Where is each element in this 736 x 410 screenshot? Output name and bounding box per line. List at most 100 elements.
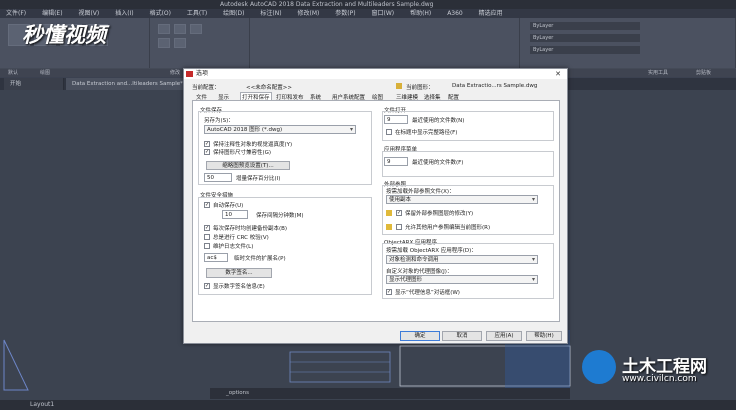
show-signature-checkbox[interactable]: ✓ [204,283,210,289]
watermark-logo: 秒懂视频 [22,23,106,47]
triangle-shape [3,339,29,391]
trim-tool-button[interactable] [190,24,202,34]
menu-items: 文件(F) 编辑(E) 视图(V) 插入(I) 格式(O) 工具(T) 绘图(D… [6,9,517,18]
temp-ext-label: 临时文件的扩展名(P) [234,256,286,262]
proxy-image-select[interactable]: 显示代理图形 [386,275,538,284]
incremental-save-label: 增量保存百分比(I) [236,176,281,182]
autosave-minutes-label: 保存间隔分钟数(M) [256,213,304,219]
ribbon-label-default: 默认 [8,70,19,76]
keep-size-label: 保持图形尺寸兼容性(G) [213,150,272,156]
log-file-checkbox[interactable] [204,243,210,249]
watermark-url: www.civilcn.com [622,374,697,384]
proxy-dialog-label: 显示“代理信息”对话框(W) [395,290,460,296]
incremental-save-input[interactable]: 50 [204,173,232,182]
demand-load-label: 按需加载外部参照文件(X)： [386,189,455,195]
allow-edit-label: 允许其他用户参照编辑当前图形(R) [405,225,491,231]
proxy-image-label: 自定义对象的代理图像(J)： [386,269,453,275]
temp-ext-input[interactable]: ac$ [204,253,228,262]
backup-label: 每次保存时均创建备份副本(B) [213,226,288,232]
recent-files-label: 最近使用的文件数(N) [412,118,465,124]
backup-checkbox[interactable]: ✓ [204,225,210,231]
autocad-icon [186,71,193,77]
crc-checkbox[interactable] [204,234,210,240]
log-file-label: 维护日志文件(L) [213,244,254,250]
keep-annotative-label: 保持注释性对象的视觉逼真度(Y) [213,142,293,148]
warning-icon [386,210,392,216]
allow-edit-checkbox[interactable] [396,224,402,230]
window-title: Autodesk AutoCAD 2018 Data Extraction an… [220,1,434,8]
dialog-title-bar: 选项 [184,69,567,79]
civilcn-logo-icon [582,350,616,384]
save-as-label: 另存为(S)： [204,118,234,124]
proxy-dialog-checkbox[interactable]: ✓ [386,289,392,295]
doc-tab-start[interactable]: 开始 [4,78,64,90]
drawing-icon [396,83,402,89]
layout-tab[interactable]: Layout1 [30,400,54,410]
menu-item-help[interactable]: 帮助(H) [410,10,431,17]
status-bar: Layout1 [0,400,736,410]
ribbon-panel-modify [150,18,250,68]
ribbon-label-draw: 绘图 [40,70,51,76]
menu-item-file[interactable]: 文件(F) [6,10,26,17]
save-as-select[interactable]: AutoCAD 2018 图形 (*.dwg) [204,125,356,134]
autosave-minutes-input[interactable]: 10 [222,210,248,219]
cancel-button[interactable]: 取消 [442,331,482,341]
help-button[interactable]: 帮助(H) [526,331,562,341]
recent-files-input[interactable]: 9 [384,115,408,124]
close-icon[interactable]: ✕ [551,69,565,79]
table-block [289,351,391,383]
keep-annotative-checkbox[interactable]: ✓ [204,141,210,147]
dialog-title: 选项 [196,70,209,77]
menu-item-a360[interactable]: A360 [447,10,463,17]
title-bar: Autodesk AutoCAD 2018 Data Extraction an… [0,0,736,9]
command-line[interactable]: _options [210,388,570,399]
menu-item-format[interactable]: 格式(O) [150,10,171,17]
layer-dropdown-3[interactable]: ByLayer [530,46,640,54]
layer-dropdown-1[interactable]: ByLayer [530,22,640,30]
menu-item-draw[interactable]: 绘图(D) [223,10,244,17]
thumbnail-settings-button[interactable]: 缩略图预览设置(T)... [206,161,290,170]
options-dialog: 选项 ✕ 当前配置： <<未命名配置>> 当前图形： Data Extracti… [183,68,568,344]
retain-changes-checkbox[interactable]: ✓ [396,210,402,216]
objectarx-load-select[interactable]: 对象检测和命令调用 [386,255,538,264]
autosave-checkbox[interactable]: ✓ [204,202,210,208]
menu-item-featured[interactable]: 精选应用 [479,10,503,17]
autosave-label: 自动保存(U) [213,203,244,209]
menu-item-insert[interactable]: 插入(I) [115,10,133,17]
current-profile-label: 当前配置： [192,85,220,91]
menu-item-params[interactable]: 参数(P) [335,10,355,17]
move-tool-button[interactable] [158,24,170,34]
keep-size-checkbox[interactable]: ✓ [204,149,210,155]
copy-tool-button[interactable] [158,38,170,48]
current-profile-value: <<未命名配置>> [246,85,292,91]
ribbon-panel-properties: ByLayer ByLayer ByLayer [520,18,736,68]
full-path-checkbox[interactable] [386,129,392,135]
retain-changes-label: 保留外部参照图层的修改(Y) [405,211,474,217]
show-signature-label: 显示数字签名信息(E) [213,284,265,290]
demand-load-select[interactable]: 使用副本 [386,195,538,204]
apply-button[interactable]: 应用(A) [486,331,522,341]
mirror-tool-button[interactable] [174,38,186,48]
ribbon-label-modify: 修改 [170,70,181,76]
menu-item-tools[interactable]: 工具(T) [187,10,207,17]
menu-item-view[interactable]: 视图(V) [78,10,99,17]
full-path-label: 在标题中显示完整路径(F) [395,130,458,136]
menu-item-dimension[interactable]: 标注(N) [260,10,281,17]
app-menu-recent-label: 最近使用的文件数(F) [412,160,464,166]
command-prompt-text: _options [226,390,250,396]
menu-item-window[interactable]: 窗口(W) [372,10,395,17]
current-drawing-value: Data Extractio...rs Sample.dwg [452,83,538,89]
crc-label: 总是进行 CRC 校验(V) [213,235,269,241]
rotate-tool-button[interactable] [174,24,186,34]
menu-item-edit[interactable]: 编辑(E) [42,10,62,17]
watermark-civilcn: 土木工程网 www.civilcn.com [582,346,732,396]
digital-signature-button[interactable]: 数字签名... [206,268,272,278]
warning-icon [386,224,392,230]
layer-dropdown-2[interactable]: ByLayer [530,34,640,42]
ok-button[interactable]: 确定 [400,331,440,341]
objectarx-load-label: 按需加载 ObjectARX 应用程序(D)： [386,248,477,254]
menu-bar: 文件(F) 编辑(E) 视图(V) 插入(I) 格式(O) 工具(T) 绘图(D… [0,9,736,18]
app-menu-recent-input[interactable]: 9 [384,157,408,166]
menu-item-modify[interactable]: 修改(M) [298,10,320,17]
ribbon-panel-annotation [250,18,520,68]
